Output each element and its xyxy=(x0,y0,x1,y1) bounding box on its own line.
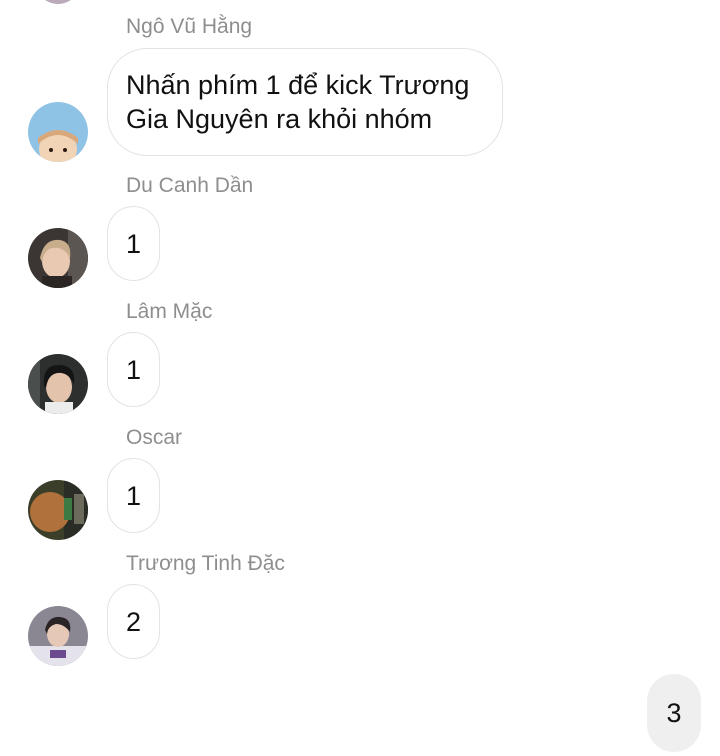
avatar-icon[interactable] xyxy=(28,102,88,162)
avatar-image xyxy=(28,228,88,288)
avatar-partial xyxy=(34,0,82,4)
avatar-icon[interactable] xyxy=(28,480,88,540)
message-bubble[interactable]: 2 xyxy=(107,584,160,659)
message-bubble[interactable]: 1 xyxy=(107,206,160,281)
avatar-icon[interactable] xyxy=(28,354,88,414)
message-bubble[interactable]: 1 xyxy=(107,332,160,407)
avatar-icon[interactable] xyxy=(28,606,88,666)
chat-thread: Ngô Vũ Hằng Nhấn phím 1 để kick Trương G… xyxy=(0,0,720,756)
avatar-image xyxy=(28,480,88,540)
avatar-image xyxy=(28,102,88,162)
avatar-image xyxy=(28,606,88,666)
message-bubble[interactable]: Nhấn phím 1 để kick Trương Gia Nguyên ra… xyxy=(107,48,503,156)
sender-name: Du Canh Dần xyxy=(126,174,254,197)
sender-name: Lâm Mặc xyxy=(126,300,213,323)
avatar-image xyxy=(28,354,88,414)
sender-name: Trương Tinh Đặc xyxy=(126,552,285,575)
message-bubble[interactable]: 1 xyxy=(107,458,160,533)
sender-name: Oscar xyxy=(126,426,183,449)
avatar-icon[interactable] xyxy=(28,228,88,288)
sender-name: Ngô Vũ Hằng xyxy=(126,15,253,38)
own-message-bubble[interactable]: 3 xyxy=(647,674,701,752)
